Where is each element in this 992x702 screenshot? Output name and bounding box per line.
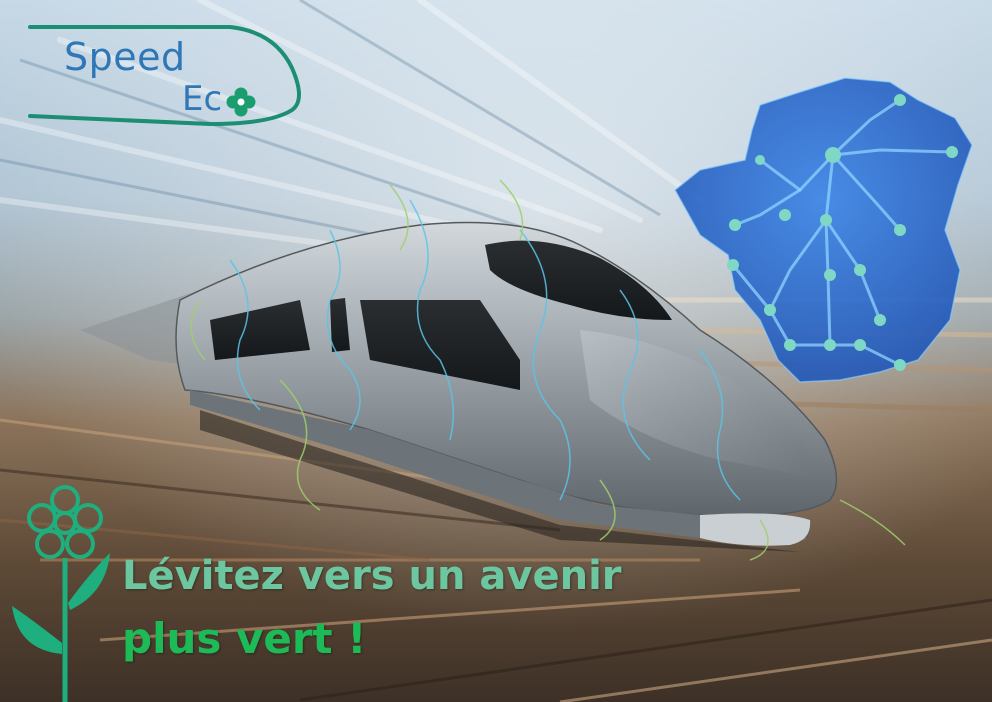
slogan-line-2: plus vert !	[122, 614, 367, 663]
slogan-line-1: Lévitez vers un avenir	[122, 553, 622, 599]
logo-eco: Ec	[182, 79, 223, 119]
clover-icon	[226, 87, 256, 117]
logo-speed: Speed	[64, 35, 186, 79]
flower-icon	[12, 485, 110, 702]
